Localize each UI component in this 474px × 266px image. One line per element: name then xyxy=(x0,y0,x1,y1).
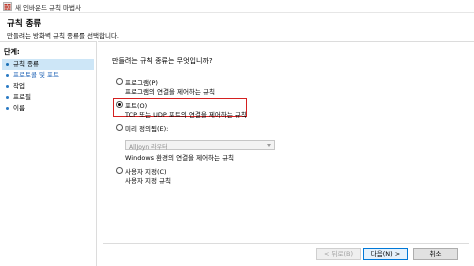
chevron-down-icon xyxy=(267,144,271,147)
option-label: 미리 정의됨(E): xyxy=(125,125,169,133)
step-rule-type[interactable]: 규칙 종류 xyxy=(2,59,94,70)
step-name: 이름 xyxy=(2,103,94,114)
step-bullet-icon xyxy=(6,74,9,77)
port-radio[interactable] xyxy=(116,101,123,108)
dropdown-value: AllJoyn 라우터 xyxy=(129,144,168,151)
custom-radio[interactable] xyxy=(116,167,123,174)
predefined-rule-dropdown[interactable]: AllJoyn 라우터 xyxy=(125,140,275,151)
rule-type-question: 만들려는 규칙 종류는 무엇입니까? xyxy=(112,57,213,65)
button-separator xyxy=(103,243,469,244)
title-bar: 새 인바운드 규칙 마법사 xyxy=(0,0,474,13)
step-label: 프로토콜 및 포트 xyxy=(13,71,59,79)
step-label: 프로필 xyxy=(13,93,31,101)
option-description: Windows 환경의 연결을 제어하는 규칙 xyxy=(125,154,235,162)
cancel-button[interactable]: 취소 xyxy=(413,248,458,260)
window-title: 새 인바운드 규칙 마법사 xyxy=(15,4,81,12)
step-bullet-icon xyxy=(6,107,9,110)
program-radio[interactable] xyxy=(116,78,123,85)
step-protocol-and-ports[interactable]: 프로토콜 및 포트 xyxy=(2,70,94,81)
next-button[interactable]: 다음(N) > xyxy=(363,248,408,260)
option-description: 사용자 지정 규칙 xyxy=(125,177,171,185)
step-label: 이름 xyxy=(13,104,25,112)
step-label: 규칙 종류 xyxy=(13,60,39,68)
predefined-radio[interactable] xyxy=(116,124,123,131)
main-panel: 만들려는 규칙 종류는 무엇입니까? 프로그램(P) 프로그램의 연결을 제어하… xyxy=(98,41,474,266)
wizard-header: 규칙 종류 만들려는 방화벽 규칙 종류를 선택합니다. xyxy=(0,13,474,40)
step-action: 작업 xyxy=(2,81,94,92)
steps-heading: 단계: xyxy=(4,48,20,56)
step-profile: 프로필 xyxy=(2,92,94,103)
steps-sidebar: 단계: 규칙 종류 프로토콜 및 포트 작업 프로필 이름 xyxy=(0,41,97,266)
option-description: 프로그램의 연결을 제어하는 규칙 xyxy=(125,88,215,96)
step-bullet-icon xyxy=(6,96,9,99)
back-button[interactable]: < 뒤로(B) xyxy=(316,248,361,260)
step-bullet-icon xyxy=(6,85,9,88)
option-description: TCP 또는 UDP 포트의 연결을 제어하는 규칙 xyxy=(125,111,247,119)
page-description: 만들려는 방화벽 규칙 종류를 선택합니다. xyxy=(7,32,119,40)
step-bullet-icon xyxy=(6,63,9,66)
firewall-app-icon xyxy=(3,2,12,11)
step-label: 작업 xyxy=(13,82,25,90)
page-title: 규칙 종류 xyxy=(7,19,42,29)
